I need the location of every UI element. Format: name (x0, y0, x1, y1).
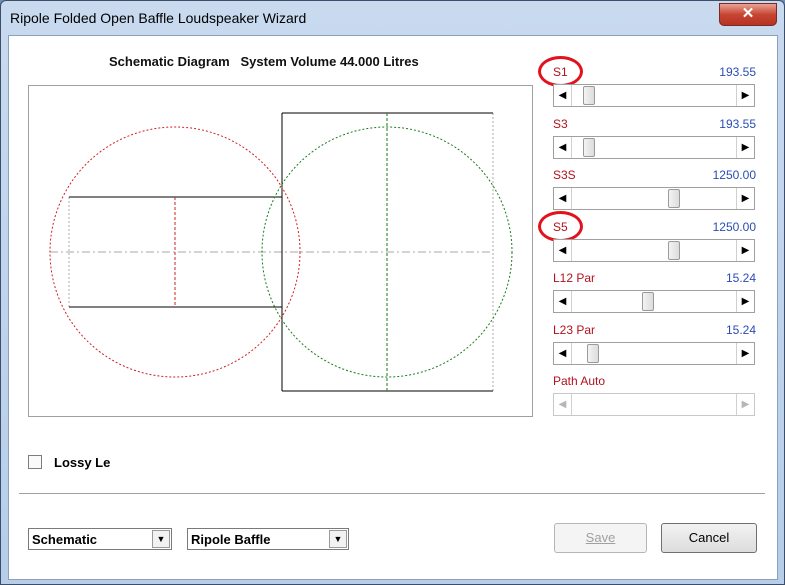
slider-value: 1250.00 (712, 168, 756, 182)
slider-scrollbar: ◀ ▶ (553, 393, 755, 416)
slider-label: S3 (553, 117, 568, 131)
scroll-right-icon[interactable]: ▶ (736, 240, 754, 261)
scroll-left-icon[interactable]: ◀ (554, 240, 572, 261)
scroll-left-icon: ◀ (554, 394, 572, 415)
slider-scrollbar[interactable]: ◀ ▶ (553, 239, 755, 262)
slider-scrollbar[interactable]: ◀ ▶ (553, 84, 755, 107)
slider-track (572, 395, 736, 414)
close-button[interactable]: ✕ (719, 3, 777, 26)
slider-label: S3S (553, 168, 576, 182)
diagram-title: Schematic Diagram System Volume 44.000 L… (109, 54, 419, 69)
scroll-right-icon[interactable]: ▶ (736, 343, 754, 364)
scroll-right-icon[interactable]: ▶ (736, 137, 754, 158)
view-select-value: Schematic (32, 532, 98, 547)
slider-value: 193.55 (719, 117, 756, 131)
lossy-checkbox[interactable] (28, 455, 42, 469)
slider-thumb[interactable] (583, 86, 595, 105)
scroll-left-icon[interactable]: ◀ (554, 137, 572, 158)
slider-label: L12 Par (553, 271, 596, 285)
slider-track[interactable] (572, 138, 736, 157)
cancel-button[interactable]: Cancel (661, 523, 757, 553)
scroll-right-icon[interactable]: ▶ (736, 188, 754, 209)
chevron-down-icon[interactable]: ▼ (329, 530, 347, 548)
scroll-left-icon[interactable]: ◀ (554, 85, 572, 106)
slider-track[interactable] (572, 344, 736, 363)
scroll-right-icon[interactable]: ▶ (736, 85, 754, 106)
window-title: Ripole Folded Open Baffle Loudspeaker Wi… (10, 10, 307, 26)
highlight-circle (538, 56, 583, 87)
slider-value: 193.55 (719, 65, 756, 79)
scroll-left-icon[interactable]: ◀ (554, 188, 572, 209)
slider-scrollbar[interactable]: ◀ ▶ (553, 290, 755, 313)
slider-label: Path Auto (553, 374, 606, 388)
separator (19, 493, 765, 494)
slider-scrollbar[interactable]: ◀ ▶ (553, 342, 755, 365)
slider-thumb[interactable] (587, 344, 599, 363)
slider-scrollbar[interactable]: ◀ ▶ (553, 136, 755, 159)
type-select-value: Ripole Baffle (191, 532, 271, 547)
scroll-right-icon: ▶ (736, 394, 754, 415)
slider-scrollbar[interactable]: ◀ ▶ (553, 187, 755, 210)
slider-track[interactable] (572, 241, 736, 260)
highlight-circle (538, 211, 583, 242)
save-button[interactable]: Save (554, 523, 647, 553)
lossy-label: Lossy Le (54, 455, 111, 470)
title-bar[interactable]: Ripole Folded Open Baffle Loudspeaker Wi… (1, 1, 784, 35)
type-select[interactable]: Ripole Baffle ▼ (187, 528, 349, 550)
slider-track[interactable] (572, 189, 736, 208)
slider-value: 15.24 (725, 323, 756, 337)
scroll-left-icon[interactable]: ◀ (554, 291, 572, 312)
slider-track[interactable] (572, 86, 736, 105)
close-icon: ✕ (741, 5, 755, 22)
slider-value: 1250.00 (712, 220, 756, 234)
slider-thumb[interactable] (583, 138, 595, 157)
slider-thumb[interactable] (668, 241, 680, 260)
schematic-panel (28, 85, 533, 417)
schematic-drawing (49, 112, 513, 392)
scroll-left-icon[interactable]: ◀ (554, 343, 572, 364)
chevron-down-icon[interactable]: ▼ (152, 530, 170, 548)
view-select[interactable]: Schematic ▼ (28, 528, 172, 550)
slider-thumb[interactable] (668, 189, 680, 208)
slider-label: L23 Par (553, 323, 596, 337)
slider-track[interactable] (572, 292, 736, 311)
scroll-right-icon[interactable]: ▶ (736, 291, 754, 312)
slider-thumb[interactable] (642, 292, 654, 311)
slider-value: 15.24 (725, 271, 756, 285)
